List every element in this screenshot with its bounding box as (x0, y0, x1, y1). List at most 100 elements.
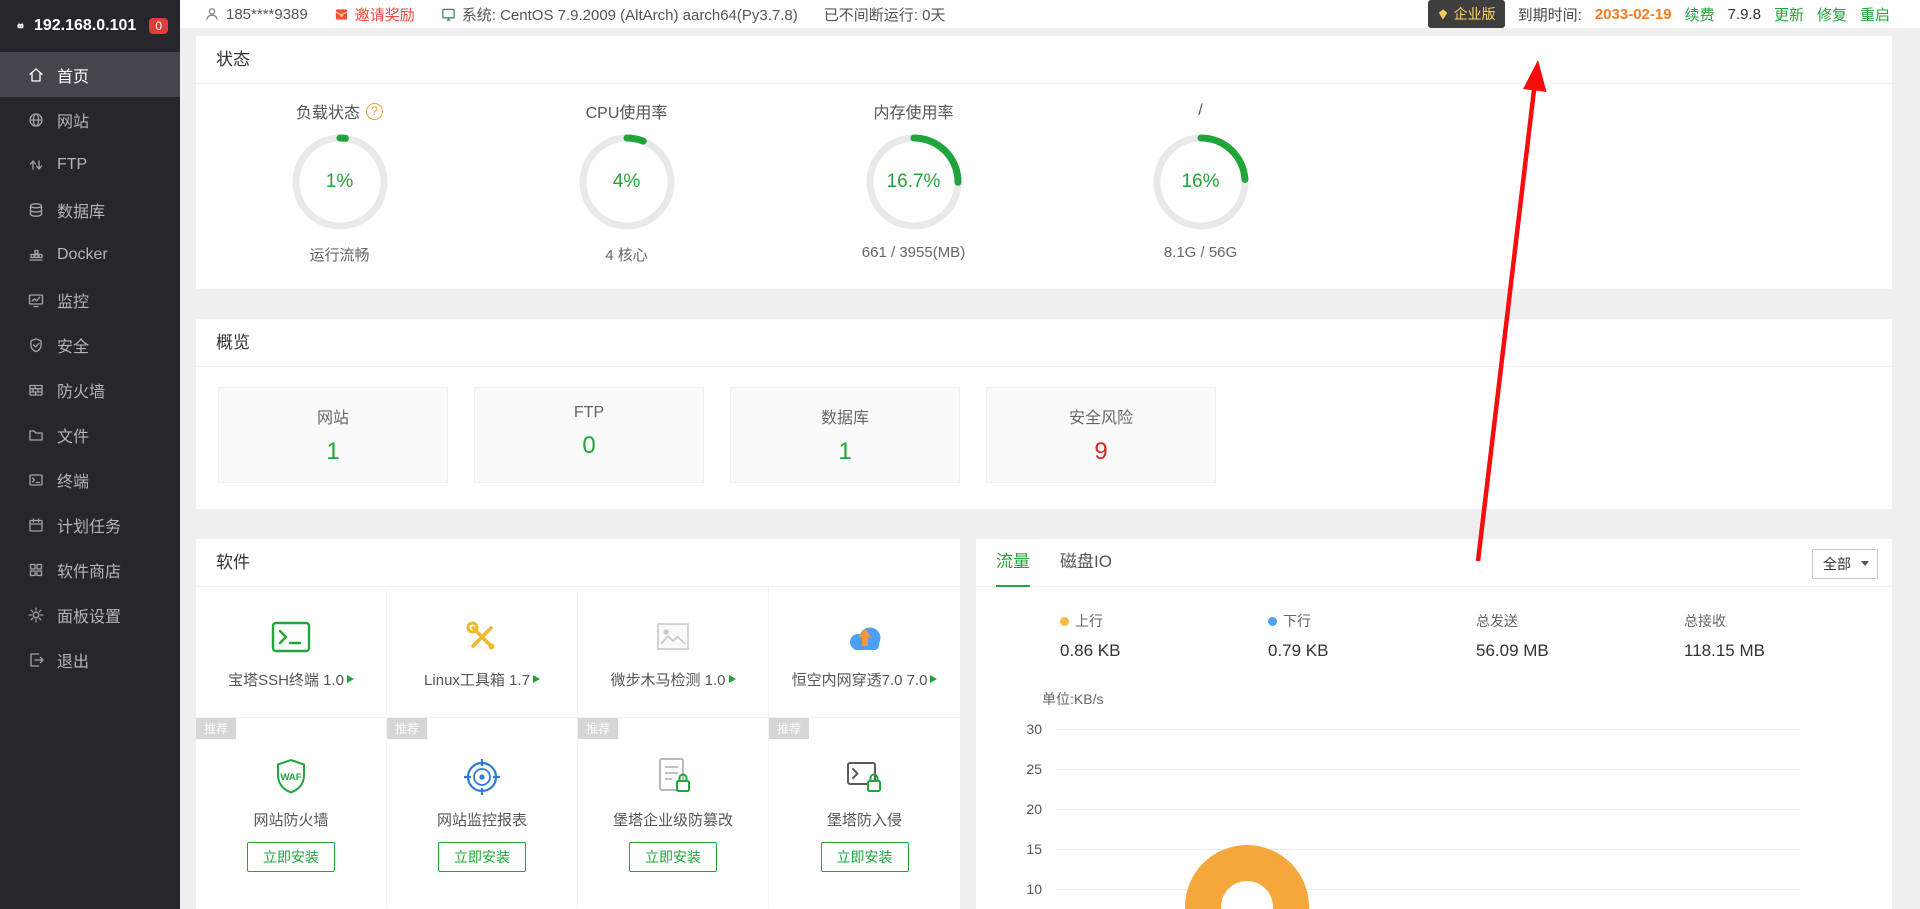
play-icon (347, 675, 354, 683)
software-item-intrusion-prevention[interactable]: 推荐 堡塔防入侵 立即安装 (769, 718, 960, 908)
message-count-badge[interactable]: 0 (149, 18, 168, 34)
terminal-icon (27, 471, 45, 489)
gridline (1056, 729, 1800, 730)
stat-value: 56.09 MB (1476, 641, 1684, 661)
sidebar-item-firewall[interactable]: 防火墙 (0, 367, 180, 412)
card-label: 数据库 (731, 404, 959, 428)
stat-total-sent: 总发送 56.09 MB (1476, 611, 1684, 661)
y-tick: 15 (976, 841, 1042, 857)
update-link[interactable]: 更新 (1774, 4, 1804, 25)
sidebar-item-label: 数据库 (57, 198, 105, 222)
sidebar-item-label: 软件商店 (57, 558, 121, 582)
scope-select[interactable]: 全部 (1812, 549, 1878, 579)
sidebar-item-settings[interactable]: 面板设置 (0, 592, 180, 637)
software-item-ssh-terminal[interactable]: 宝塔SSH终端 1.0 (196, 587, 387, 718)
bt-logo-icon (16, 16, 25, 36)
traffic-chart-blob (1182, 842, 1312, 909)
renew-link[interactable]: 续费 (1685, 4, 1715, 25)
software-name: Linux工具箱 1.7 (424, 669, 530, 690)
install-button[interactable]: 立即安装 (247, 842, 335, 872)
y-tick: 20 (976, 801, 1042, 817)
recommend-tag: 推荐 (196, 718, 236, 739)
stat-label: 上行 (1075, 611, 1103, 631)
gauge-percent: 16% (1151, 132, 1251, 232)
monitor-icon (27, 291, 45, 309)
website-icon (27, 111, 45, 129)
software-name: 网站监控报表 (437, 809, 527, 830)
software-item-trojan-scan[interactable]: 微步木马检测 1.0 (578, 587, 769, 718)
y-tick: 10 (976, 881, 1042, 897)
settings-icon (27, 606, 45, 624)
system-info: 系统: CentOS 7.9.2009 (AltArch) aarch64(Py… (441, 4, 798, 25)
invite-reward-link[interactable]: 邀请奖励 (334, 4, 415, 25)
install-button[interactable]: 立即安装 (438, 842, 526, 872)
sidebar-item-docker[interactable]: Docker (0, 232, 180, 277)
overview-cards: 网站 1 FTP 0 数据库 1 安全风险 9 (196, 367, 1892, 509)
app: 192.168.0.101 0 首页 网站 FTP 数据库 Docker (0, 0, 1920, 909)
overview-card-databases[interactable]: 数据库 1 (730, 387, 960, 483)
terminal-lock-icon (843, 755, 887, 799)
home-icon (27, 66, 45, 84)
software-grid: 宝塔SSH终端 1.0 Linux工具箱 1.7 微步木马检测 1.0 (196, 587, 960, 908)
docker-icon (27, 246, 45, 264)
sidebar-item-label: 安全 (57, 333, 89, 357)
sidebar-item-label: 计划任务 (57, 513, 121, 537)
sidebar-item-logout[interactable]: 退出 (0, 637, 180, 682)
edition-badge[interactable]: 企业版 (1428, 0, 1505, 28)
gauge-load: 负载状态 ? 1% 运行流畅 (196, 100, 483, 265)
software-item-linux-toolbox[interactable]: Linux工具箱 1.7 (387, 587, 578, 718)
sidebar-item-files[interactable]: 文件 (0, 412, 180, 457)
edition-gem-icon (1437, 8, 1449, 21)
sidebar-item-security[interactable]: 安全 (0, 322, 180, 367)
software-item-waf[interactable]: 推荐 WAF 网站防火墙 立即安装 (196, 718, 387, 908)
sidebar-item-home[interactable]: 首页 (0, 52, 180, 97)
overview-panel: 概览 网站 1 FTP 0 数据库 1 安全风险 (196, 319, 1892, 509)
edition-label: 企业版 (1454, 4, 1496, 24)
software-panel-title: 软件 (196, 539, 960, 587)
sidebar-item-cron[interactable]: 计划任务 (0, 502, 180, 547)
software-name: 堡塔防入侵 (827, 809, 902, 830)
overview-card-websites[interactable]: 网站 1 (218, 387, 448, 483)
software-name: 宝塔SSH终端 1.0 (228, 669, 344, 690)
user-info[interactable]: 185****9389 (204, 6, 308, 23)
sidebar-item-label: 网站 (57, 108, 89, 132)
gauge-disk-root: / 16% 8.1G / 56G (1057, 100, 1344, 265)
software-item-monitor-report[interactable]: 推荐 网站监控报表 立即安装 (387, 718, 578, 908)
sidebar-item-label: 首页 (57, 63, 89, 87)
ssh-terminal-icon (269, 615, 313, 659)
tab-traffic[interactable]: 流量 (996, 539, 1030, 587)
repair-link[interactable]: 修复 (1817, 4, 1847, 25)
expire-label: 到期时间: (1518, 4, 1582, 25)
sidebar-item-database[interactable]: 数据库 (0, 187, 180, 232)
sidebar-item-appstore[interactable]: 软件商店 (0, 547, 180, 592)
restart-link[interactable]: 重启 (1860, 4, 1890, 25)
gauge-subtext: 661 / 3955(MB) (770, 244, 1057, 261)
sidebar-item-label: FTP (57, 156, 87, 174)
overview-card-security-risks[interactable]: 安全风险 9 (986, 387, 1216, 483)
tab-disk-io[interactable]: 磁盘IO (1060, 539, 1112, 587)
overview-card-ftp[interactable]: FTP 0 (474, 387, 704, 483)
stat-value: 118.15 MB (1684, 641, 1892, 661)
help-icon[interactable]: ? (366, 103, 383, 120)
status-panel: 状态 负载状态 ? 1% 运行流畅 CPU使用率 (196, 36, 1892, 289)
main-area: 185****9389 邀请奖励 系统: CentOS 7.9.2009 (Al… (180, 0, 1920, 909)
sidebar-item-label: 防火墙 (57, 378, 105, 402)
install-button[interactable]: 立即安装 (821, 842, 909, 872)
gauge-percent: 1% (290, 132, 390, 232)
gauge-label: CPU使用率 (586, 99, 668, 123)
stat-label: 总发送 (1476, 611, 1518, 631)
sidebar-item-terminal[interactable]: 终端 (0, 457, 180, 502)
software-item-intranet-tunnel[interactable]: 恒空内网穿透7.0 7.0 (769, 587, 960, 718)
install-button[interactable]: 立即安装 (629, 842, 717, 872)
sidebar-item-website[interactable]: 网站 (0, 97, 180, 142)
sidebar-item-label: 终端 (57, 468, 89, 492)
sidebar-item-ftp[interactable]: FTP (0, 142, 180, 187)
card-value: 0 (475, 432, 703, 460)
uptime: 已不间断运行: 0天 (824, 4, 946, 25)
stat-label: 下行 (1283, 611, 1311, 631)
software-item-tamper-proof[interactable]: 推荐 堡塔企业级防篡改 立即安装 (578, 718, 769, 908)
traffic-panel: 流量 磁盘IO 全部 上行 0.86 KB 下行 0.79 KB (976, 539, 1892, 909)
sidebar-item-monitor[interactable]: 监控 (0, 277, 180, 322)
traffic-chart: 30 25 20 15 10 (976, 719, 1892, 909)
cloud-upload-icon (843, 615, 887, 659)
